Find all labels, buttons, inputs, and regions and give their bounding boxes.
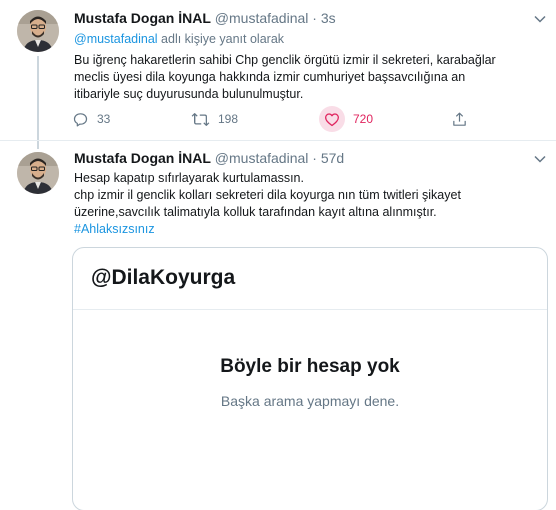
tweet-text-line: üzerine,savcılık talimatıyla kolluk tara… — [74, 205, 437, 219]
reply-icon — [73, 112, 88, 126]
embedded-profile-card[interactable]: @DilaKoyurga Böyle bir hesap yok Başka a… — [72, 247, 548, 510]
dot-separator: · — [312, 150, 317, 166]
chevron-down-icon[interactable] — [532, 11, 548, 27]
tweet-text-line: chp izmir il genclik kolları sekreteri d… — [74, 188, 461, 202]
tweet-actions: 33 198 720 — [66, 106, 486, 132]
tweet-text-line: Bu iğrenç hakaretlerin sahibi Chp gencli… — [74, 53, 496, 67]
avatar-image — [17, 152, 59, 194]
reply-count: 33 — [97, 112, 111, 126]
like-highlight — [319, 106, 345, 132]
tweet-text-line: meclis üyesi dila koyunga hakkında izmir… — [74, 70, 466, 84]
tweet-header: Mustafa Dogan İNAL @mustafadinal · 3s — [74, 9, 336, 27]
reply-handle-link[interactable]: @mustafadinal — [74, 32, 158, 46]
user-handle[interactable]: @mustafadinal — [215, 10, 309, 26]
tweet-text: Hesap kapatıp sıfırlayarak kurtulamassın… — [74, 170, 550, 238]
tweet-text-line: itibariyle suç duyurusunda bulunulmuştur… — [74, 87, 304, 101]
card-divider — [73, 309, 547, 310]
share-button[interactable] — [451, 106, 468, 132]
thread-line — [37, 141, 39, 149]
thread-line — [37, 56, 39, 140]
share-icon — [453, 112, 466, 126]
retweet-icon — [191, 112, 210, 126]
display-name[interactable]: Mustafa Dogan İNAL — [74, 10, 211, 26]
hashtag-link[interactable]: #Ahlaksızsınız — [74, 221, 550, 238]
avatar-image — [17, 10, 59, 52]
tweet-timestamp[interactable]: 3s — [321, 10, 336, 26]
display-name[interactable]: Mustafa Dogan İNAL — [74, 150, 211, 166]
account-not-found-heading: Böyle bir hesap yok — [220, 356, 400, 377]
tweet-header: Mustafa Dogan İNAL @mustafadinal · 57d — [74, 149, 344, 167]
retweet-count: 198 — [218, 112, 239, 126]
chevron-down-icon[interactable] — [532, 151, 548, 167]
reply-context-label: adlı kişiye yanıt olarak — [157, 32, 285, 46]
user-handle[interactable]: @mustafadinal — [215, 150, 309, 166]
reply-button[interactable]: 33 — [72, 106, 110, 132]
tweet-text-line: Hesap kapatıp sıfırlayarak kurtulamassın… — [74, 171, 304, 185]
avatar[interactable] — [17, 152, 59, 194]
reply-tweet[interactable]: Mustafa Dogan İNAL @mustafadinal · 3s @m… — [0, 0, 556, 140]
account-not-found-subtext: Başka arama yapmayı dene. — [220, 393, 400, 409]
retweet-button[interactable]: 198 — [191, 106, 238, 132]
like-count: 720 — [353, 112, 374, 126]
tweet-text: Bu iğrenç hakaretlerin sahibi Chp gencli… — [74, 52, 550, 103]
like-button[interactable]: 720 — [319, 106, 373, 132]
tweet-timestamp[interactable]: 57d — [321, 150, 344, 166]
heart-icon — [325, 112, 339, 126]
dot-separator: · — [312, 10, 317, 26]
card-profile-handle: @DilaKoyurga — [91, 266, 236, 289]
avatar[interactable] — [17, 10, 59, 52]
reply-context: @mustafadinal adlı kişiye yanıt olarak — [74, 31, 550, 48]
